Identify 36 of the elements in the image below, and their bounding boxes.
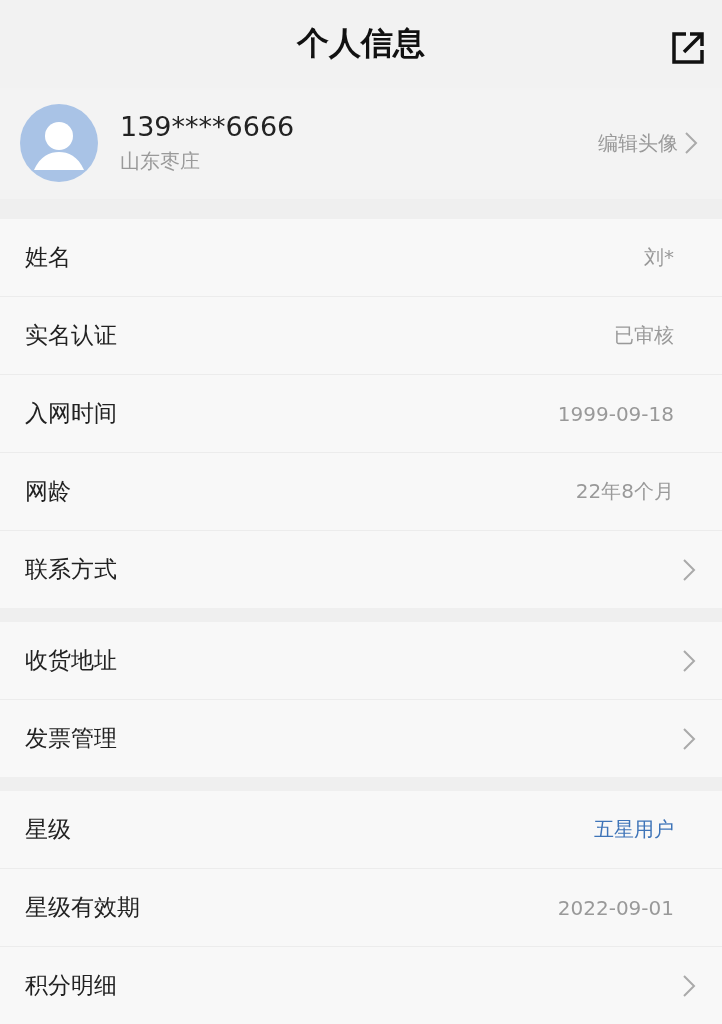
location: 山东枣庄	[120, 148, 201, 176]
settings-row[interactable]: 实名认证 已审核	[0, 297, 722, 375]
row-label: 入网时间	[25, 399, 117, 428]
row-label: 姓名	[25, 243, 71, 272]
row-label: 收货地址	[25, 646, 117, 675]
chevron-right-icon	[682, 557, 696, 582]
row-value: 22年8个月	[575, 478, 674, 505]
page-title: 个人信息	[297, 22, 425, 64]
settings-row[interactable]: 积分明细	[0, 947, 722, 1024]
row-value: 1999-09-18	[557, 401, 674, 426]
settings-row[interactable]: 入网时间 1999-09-18	[0, 375, 722, 453]
chevron-right-icon	[684, 131, 698, 156]
phone-number: 139****6666	[120, 111, 296, 143]
settings-row[interactable]: 星级 五星用户	[0, 791, 722, 869]
settings-row[interactable]: 星级有效期 2022-09-01	[0, 869, 722, 947]
avatar-icon	[20, 104, 98, 183]
row-label: 实名认证	[25, 321, 117, 350]
row-label: 星级有效期	[25, 893, 140, 922]
row-label: 发票管理	[25, 724, 117, 753]
chevron-right-icon	[682, 726, 696, 751]
settings-row[interactable]: 联系方式	[0, 531, 722, 608]
settings-row[interactable]: 收货地址	[0, 622, 722, 700]
row-label: 积分明细	[25, 971, 117, 1000]
row-label: 星级	[25, 815, 71, 844]
row-value: 已审核	[614, 322, 674, 349]
row-label: 联系方式	[25, 555, 117, 584]
settings-row[interactable]: 网龄 22年8个月	[0, 453, 722, 531]
row-value: 刘*	[644, 244, 674, 271]
row-label: 网龄	[25, 477, 71, 506]
row-value: 五星用户	[594, 816, 674, 843]
chevron-right-icon	[682, 973, 696, 998]
chevron-right-icon	[682, 648, 696, 673]
row-value: 2022-09-01	[557, 895, 674, 920]
settings-row[interactable]: 发票管理	[0, 700, 722, 777]
share-icon[interactable]	[670, 30, 706, 66]
settings-row[interactable]: 姓名 刘*	[0, 219, 722, 297]
